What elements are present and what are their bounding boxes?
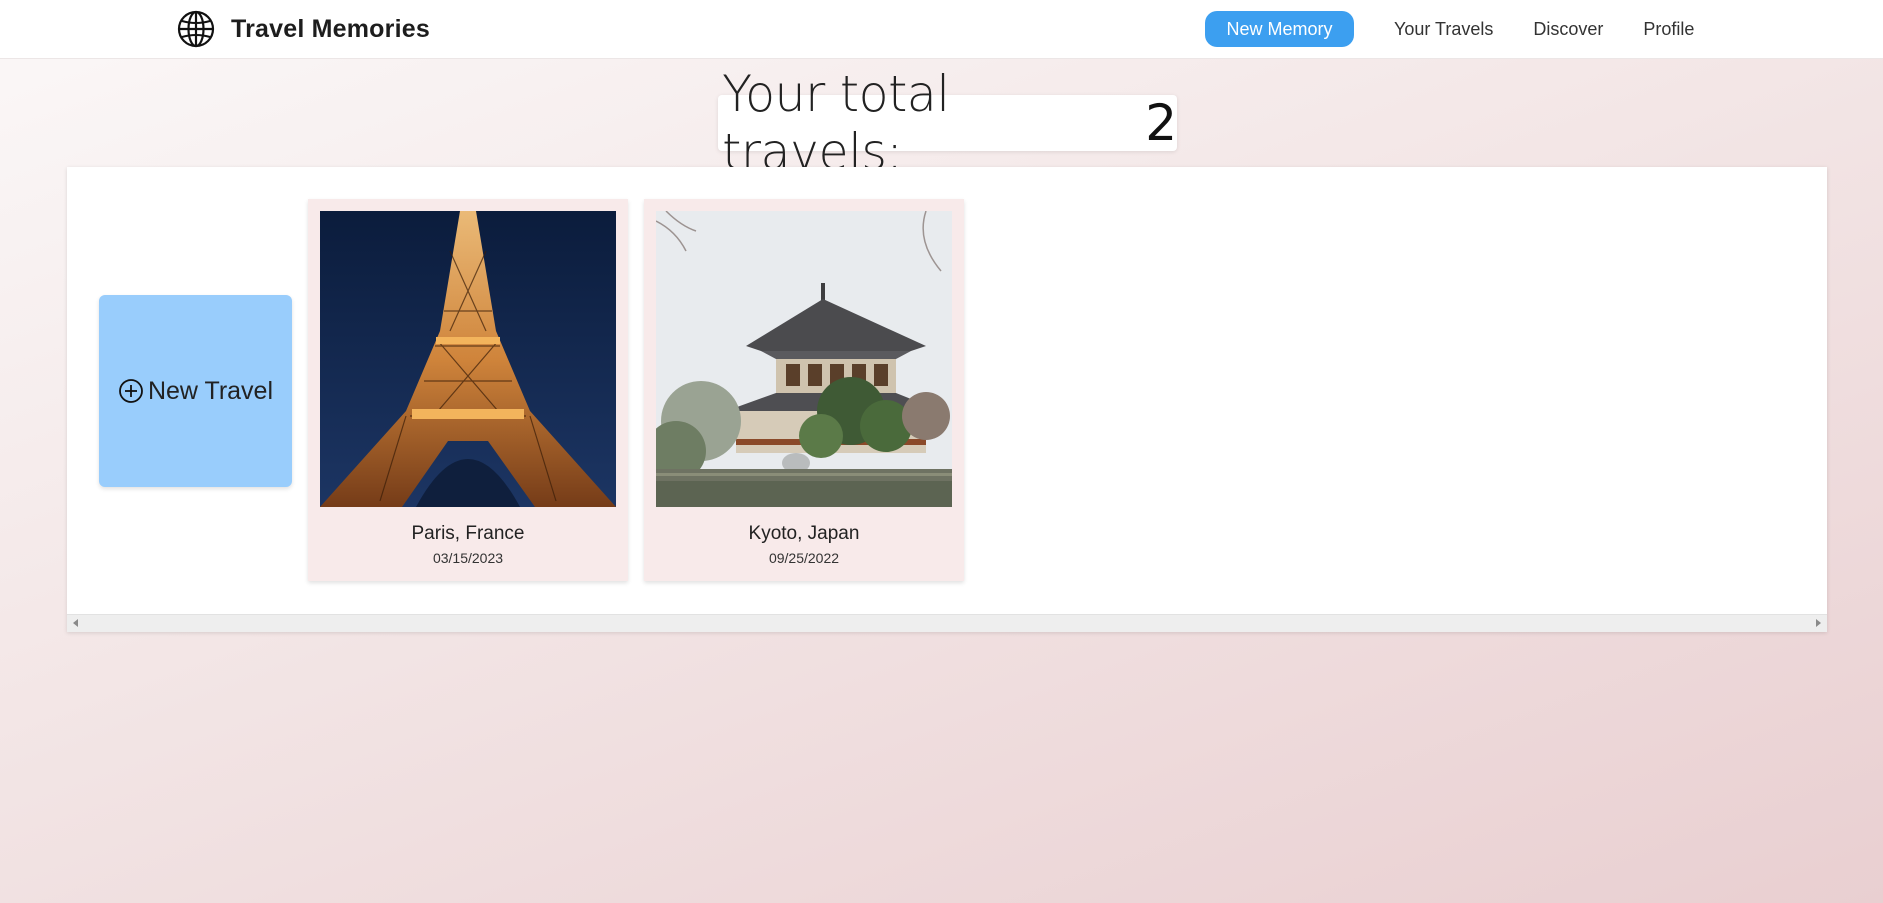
japanese-temple-photo — [656, 211, 952, 507]
nav-link-your-travels[interactable]: Your Travels — [1394, 19, 1493, 40]
nav-links: New Memory Your Travels Discover Profile — [1205, 11, 1694, 47]
app-title: Travel Memories — [231, 14, 430, 43]
horizontal-scrollbar[interactable] — [67, 614, 1827, 632]
eiffel-tower-photo — [320, 211, 616, 507]
top-navbar: Travel Memories New Memory Your Travels … — [0, 0, 1883, 59]
new-memory-button[interactable]: New Memory — [1205, 11, 1354, 47]
new-travel-label: New Travel — [147, 376, 274, 405]
total-travels-count: 2 — [1145, 94, 1177, 152]
globe-icon — [177, 10, 215, 48]
scroll-left-arrow-icon[interactable] — [73, 619, 78, 627]
travel-city: Kyoto, Japan — [748, 523, 860, 544]
brand[interactable]: Travel Memories — [177, 10, 430, 48]
travels-panel: New Travel Paris, France 03/15/2023 Kyot… — [67, 167, 1827, 632]
nav-link-discover[interactable]: Discover — [1533, 19, 1603, 40]
total-travels-box: Your total travels: 2 — [718, 65, 1177, 181]
travel-card-kyoto[interactable]: Kyoto, Japan 09/25/2022 — [644, 199, 964, 581]
travel-date: 09/25/2022 — [768, 550, 840, 566]
plus-circle-icon — [118, 378, 144, 404]
new-travel-button[interactable]: New Travel — [99, 295, 292, 487]
scroll-right-arrow-icon[interactable] — [1816, 619, 1821, 627]
travel-city: Paris, France — [411, 523, 525, 544]
travel-date: 03/15/2023 — [432, 550, 504, 566]
travel-card-paris[interactable]: Paris, France 03/15/2023 — [308, 199, 628, 581]
total-travels-label: Your total travels: — [722, 65, 950, 181]
nav-link-profile[interactable]: Profile — [1643, 19, 1694, 40]
